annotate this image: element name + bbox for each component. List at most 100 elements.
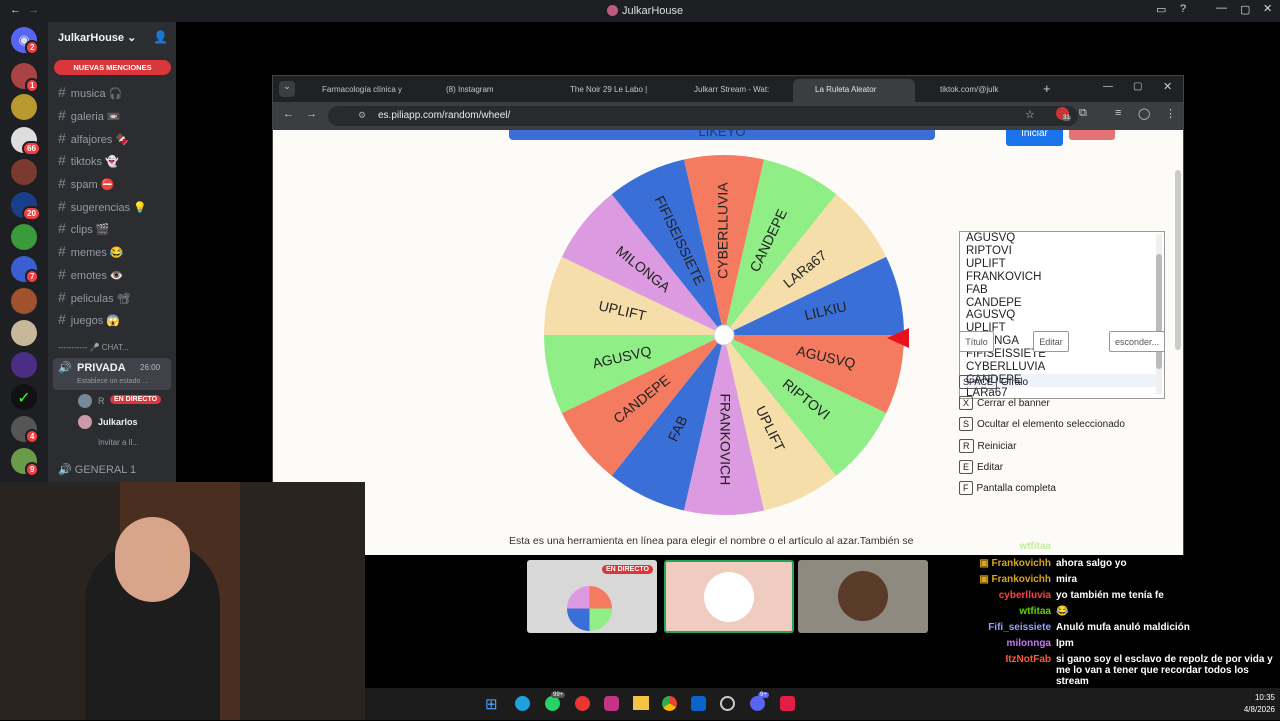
browser-tab[interactable]: The Noir 29 Le Labo | xyxy=(548,79,670,102)
server-icon[interactable] xyxy=(11,159,37,185)
discord-icon[interactable] xyxy=(750,696,765,711)
new-tab-icon[interactable]: + xyxy=(1043,81,1051,96)
media-icon[interactable]: ≡ xyxy=(1115,107,1121,119)
address-bar[interactable]: ⚙ es.piliapp.com/random/wheel/ xyxy=(328,106,1078,126)
menu-icon[interactable]: ⋮ xyxy=(1165,107,1176,120)
list-item[interactable]: AGUSVQ xyxy=(966,309,1158,322)
list-item[interactable]: CYBERLLUVIA xyxy=(966,361,1158,374)
minimize-icon[interactable]: — xyxy=(1103,81,1113,92)
chat-username[interactable]: wtfitaa xyxy=(940,606,1056,617)
browser-tab[interactable]: (8) Instagram xyxy=(424,79,546,102)
close-icon[interactable]: ✕ xyxy=(1163,80,1172,93)
channel-item[interactable]: # clips 🎬 xyxy=(58,220,110,236)
maximize-icon[interactable]: ▢ xyxy=(1240,3,1250,16)
voice-channel-active[interactable]: 🔊 PRIVADA 26:00 Establece un estado ... xyxy=(53,358,171,390)
close-icon[interactable]: ✕ xyxy=(1263,2,1272,15)
server-icon[interactable]: ✓ xyxy=(11,384,37,410)
screen-share-thumbnail[interactable]: EN DIRECTO xyxy=(527,560,657,633)
list-item[interactable]: FRANKOVICH xyxy=(966,271,1158,284)
names-list[interactable]: AGUSVQ RIPTOVI UPLIFT FRANKOVICH FAB CANDEPE A… xyxy=(959,231,1165,399)
back-arrow-icon[interactable]: ← xyxy=(283,108,294,120)
hide-button[interactable]: esconder... xyxy=(1109,331,1165,352)
voice-member-name[interactable]: Julkarlos xyxy=(98,417,138,427)
help-icon[interactable]: ? xyxy=(1180,3,1186,15)
folder-icon[interactable] xyxy=(633,696,649,710)
server-name[interactable]: JulkarHouse ⌄ xyxy=(58,31,136,44)
voice-channel-name: PRIVADA xyxy=(77,362,126,374)
chat-text: si gano soy el esclavo de repolz de por … xyxy=(1056,654,1273,687)
forward-arrow-icon[interactable]: → xyxy=(28,4,39,16)
new-mentions-button[interactable]: NUEVAS MENCIONES xyxy=(54,60,171,75)
clock-time[interactable]: 10:35 xyxy=(1235,693,1275,702)
browser-tab[interactable]: Farmacología clínica y xyxy=(300,79,422,102)
channel-item[interactable]: # memes 😂 xyxy=(58,243,124,259)
site-info-icon[interactable]: ⚙ xyxy=(358,110,366,121)
voice-channel-general[interactable]: 🔊 GENERAL 1 xyxy=(58,463,136,476)
inbox-icon[interactable]: ▭ xyxy=(1156,3,1166,16)
scrollbar[interactable] xyxy=(1156,234,1162,394)
voice-member-name[interactable]: R xyxy=(98,396,105,406)
edge-icon[interactable] xyxy=(515,696,530,711)
server-icon[interactable] xyxy=(11,288,37,314)
chat-username[interactable]: ▣ Frankovichh xyxy=(940,574,1056,585)
list-item[interactable]: FAB xyxy=(966,284,1158,297)
profile-icon[interactable]: ◯ xyxy=(1138,107,1150,120)
channel-item[interactable]: # emotes 👁️ xyxy=(58,266,124,282)
clock-date[interactable]: 4/8/2026 xyxy=(1225,705,1275,714)
channel-item[interactable]: # musica 🎧 xyxy=(58,84,122,100)
forward-arrow-icon[interactable]: → xyxy=(306,108,317,120)
add-member-icon[interactable]: 👤 xyxy=(153,30,168,44)
maximize-icon[interactable]: ▢ xyxy=(1133,81,1142,92)
back-arrow-icon[interactable]: ← xyxy=(10,4,21,16)
puzzle-icon[interactable]: ⧉ xyxy=(1079,107,1087,120)
reset-button[interactable] xyxy=(1069,130,1115,140)
channel-item[interactable]: # juegos 😱 xyxy=(58,311,120,327)
outlook-icon[interactable] xyxy=(691,696,706,711)
participant-tile[interactable] xyxy=(798,560,928,633)
start-button[interactable]: Iniciar xyxy=(1006,130,1063,146)
obs-icon[interactable] xyxy=(720,696,735,711)
tiktok-icon[interactable] xyxy=(780,696,795,711)
chat-username[interactable]: milonnga xyxy=(940,638,1056,649)
voice-status[interactable]: Establece un estado ... xyxy=(77,378,148,385)
list-item[interactable]: CANDEPE xyxy=(966,297,1158,310)
chat-username[interactable]: ItzNotFab xyxy=(940,654,1056,687)
edit-button[interactable]: Editar xyxy=(1033,331,1069,352)
minimize-icon[interactable]: — xyxy=(1216,2,1227,14)
channel-item[interactable]: # spam ⛔ xyxy=(58,175,114,191)
category-header[interactable]: ----------- 🎤 CHAT... xyxy=(58,343,129,352)
windows-start-icon[interactable]: ⊞ xyxy=(485,695,498,713)
list-item[interactable]: AGUSVQ xyxy=(966,232,1158,245)
list-item[interactable]: RIPTOVI xyxy=(966,245,1158,258)
invite-link[interactable]: Invitar a ll... xyxy=(98,438,139,447)
instagram-icon[interactable] xyxy=(604,696,619,711)
channel-item[interactable]: # sugerencias 💡 xyxy=(58,198,147,214)
server-icon[interactable] xyxy=(11,224,37,250)
page-scrollbar[interactable] xyxy=(1175,170,1181,350)
list-item[interactable]: UPLIFT xyxy=(966,258,1158,271)
wheel[interactable]: CYBERLLUVIA CANDEPELARa67LILKIUAGUSVQRIPT… xyxy=(541,152,907,518)
server-icon[interactable] xyxy=(11,320,37,346)
media-player-icon[interactable] xyxy=(575,696,590,711)
browser-tab-active[interactable]: La Ruleta Aleator xyxy=(793,79,915,102)
whatsapp-icon[interactable] xyxy=(545,696,560,711)
title-button[interactable]: Título xyxy=(959,331,994,352)
participant-tile[interactable] xyxy=(664,560,794,633)
browser-tab[interactable]: tiktok.com/@julk xyxy=(918,79,1040,102)
star-icon[interactable]: ☆ xyxy=(1025,108,1035,121)
tab-search-icon[interactable]: ⌄ xyxy=(279,81,295,97)
chat-username[interactable]: ▣ Frankovichh xyxy=(940,558,1056,569)
chrome-icon[interactable] xyxy=(662,696,677,711)
avatar xyxy=(704,572,754,622)
chat-username[interactable]: wtfitaa xyxy=(940,541,1056,552)
channel-item[interactable]: # tiktoks 👻 xyxy=(58,152,119,168)
server-icon[interactable] xyxy=(11,352,37,378)
chat-username[interactable]: cyberlluvia xyxy=(940,590,1056,601)
browser-window: ⌄ Farmacología clínica y (8) Instagram T… xyxy=(272,75,1184,555)
browser-tab[interactable]: Julkarr Stream - Wat: xyxy=(672,79,794,102)
chat-username[interactable]: Fifi_seissiete xyxy=(940,622,1056,633)
channel-item[interactable]: # galeria 📼 xyxy=(58,107,121,123)
server-icon[interactable] xyxy=(11,94,37,120)
channel-item[interactable]: # alfajores 🍫 xyxy=(58,130,129,146)
channel-item[interactable]: # peliculas 📽 xyxy=(58,289,131,305)
